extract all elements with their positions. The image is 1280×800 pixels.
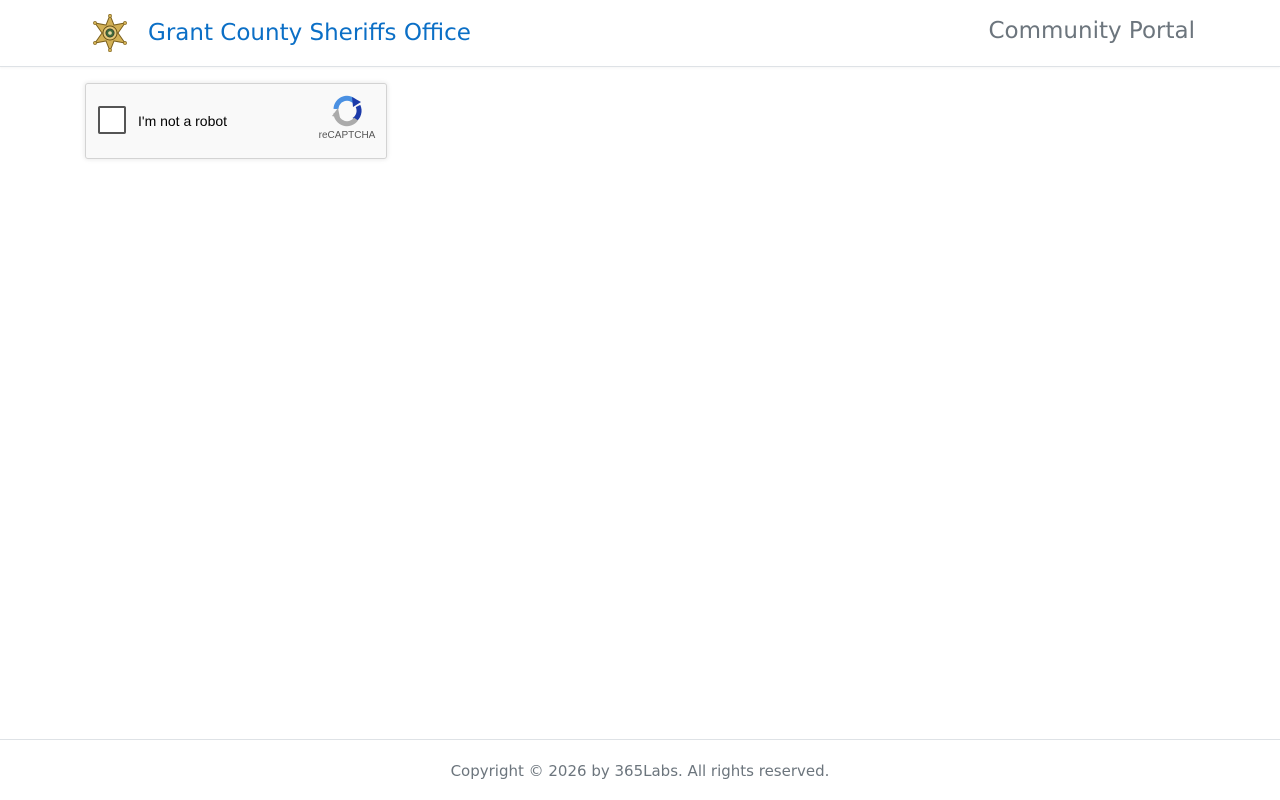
copyright-text: Copyright © 2026 by 365Labs. All rights …: [450, 762, 830, 780]
recaptcha-checkbox[interactable]: [98, 106, 126, 134]
recaptcha-brand-text: reCAPTCHA: [318, 130, 376, 141]
recaptcha-logo-icon: [330, 94, 364, 128]
site-header: Grant County Sheriffs Office Community P…: [0, 0, 1280, 67]
brand-link[interactable]: Grant County Sheriffs Office: [92, 13, 471, 53]
site-footer: Copyright © 2026 by 365Labs. All rights …: [0, 739, 1280, 800]
site-title[interactable]: Grant County Sheriffs Office: [148, 20, 471, 46]
recaptcha-widget: I'm not a robot reCAPTCHA: [85, 83, 387, 159]
page: Grant County Sheriffs Office Community P…: [0, 0, 1280, 800]
sheriff-star-badge-icon: [92, 13, 128, 53]
community-portal-link[interactable]: Community Portal: [988, 18, 1195, 44]
recaptcha-label: I'm not a robot: [138, 113, 228, 129]
